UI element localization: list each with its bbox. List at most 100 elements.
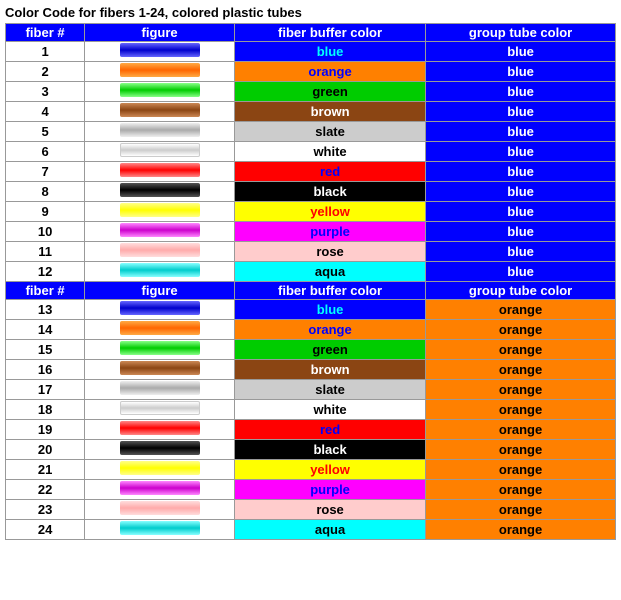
col-figure-header: figure — [85, 24, 235, 42]
col-figure-header2: figure — [85, 282, 235, 300]
fiber-buffer-color: black — [235, 440, 426, 460]
fiber-buffer-color: yellow — [235, 460, 426, 480]
fiber-number: 24 — [6, 520, 85, 540]
table-row: 5slateblue — [6, 122, 616, 142]
fiber-buffer-color: red — [235, 162, 426, 182]
fiber-buffer-color: slate — [235, 380, 426, 400]
table-row: 11roseblue — [6, 242, 616, 262]
fiber-figure — [85, 300, 235, 320]
group-tube-color: orange — [426, 320, 616, 340]
fiber-number: 7 — [6, 162, 85, 182]
group-tube-color: orange — [426, 400, 616, 420]
group-tube-color: orange — [426, 480, 616, 500]
table-row: 2 orangeblue — [6, 62, 616, 82]
fiber-figure — [85, 242, 235, 262]
fiber-figure — [85, 340, 235, 360]
fiber-figure — [85, 182, 235, 202]
group-tube-color: blue — [426, 202, 616, 222]
table-row: 22purpleorange — [6, 480, 616, 500]
fiber-number: 8 — [6, 182, 85, 202]
fiber-buffer-color: blue — [235, 42, 426, 62]
fiber-figure — [85, 122, 235, 142]
table-row: 6whiteblue — [6, 142, 616, 162]
fiber-buffer-color: yellow — [235, 202, 426, 222]
group-tube-color: orange — [426, 500, 616, 520]
fiber-figure-swatch — [120, 381, 200, 395]
fiber-figure-swatch — [120, 203, 200, 217]
fiber-figure-swatch — [120, 321, 200, 335]
table-row: 18 whiteorange — [6, 400, 616, 420]
fiber-figure-swatch — [120, 243, 200, 257]
fiber-figure — [85, 102, 235, 122]
fiber-figure — [85, 480, 235, 500]
fiber-figure-swatch — [120, 43, 200, 57]
table-row: 14orangeorange — [6, 320, 616, 340]
table-row: 21 yelloworange — [6, 460, 616, 480]
header-row-2: fiber #figurefiber buffer colorgroup tub… — [6, 282, 616, 300]
group-tube-color: blue — [426, 162, 616, 182]
fiber-figure-swatch — [120, 521, 200, 535]
fiber-figure-swatch — [120, 63, 200, 77]
group-tube-color: orange — [426, 360, 616, 380]
fiber-number: 12 — [6, 262, 85, 282]
group-tube-color: orange — [426, 460, 616, 480]
page-title: Color Code for fibers 1-24, colored plas… — [5, 5, 616, 20]
fiber-figure-swatch — [120, 401, 200, 415]
fiber-buffer-color: brown — [235, 102, 426, 122]
fiber-number: 6 — [6, 142, 85, 162]
fiber-number: 15 — [6, 340, 85, 360]
table-row: 10purpleblue — [6, 222, 616, 242]
fiber-number: 9 — [6, 202, 85, 222]
fiber-buffer-color: aqua — [235, 520, 426, 540]
fiber-figure-swatch — [120, 123, 200, 137]
table-row: 16brownorange — [6, 360, 616, 380]
fiber-buffer-color: orange — [235, 62, 426, 82]
table-row: 1 blueblue — [6, 42, 616, 62]
fiber-number: 22 — [6, 480, 85, 500]
table-row: 8blackblue — [6, 182, 616, 202]
group-tube-color: orange — [426, 380, 616, 400]
col-fiberbuffer-header: fiber buffer color — [235, 24, 426, 42]
fiber-number: 1 — [6, 42, 85, 62]
fiber-figure-swatch — [120, 441, 200, 455]
table-row: 13blueorange — [6, 300, 616, 320]
fiber-figure-swatch — [120, 341, 200, 355]
group-tube-color: blue — [426, 102, 616, 122]
header-row-1: fiber # figure fiber buffer color group … — [6, 24, 616, 42]
fiber-figure — [85, 320, 235, 340]
fiber-figure — [85, 500, 235, 520]
fiber-figure-swatch — [120, 461, 200, 475]
fiber-number: 10 — [6, 222, 85, 242]
fiber-number: 21 — [6, 460, 85, 480]
fiber-number: 19 — [6, 420, 85, 440]
fiber-buffer-color: rose — [235, 500, 426, 520]
col-fiber-header2: fiber # — [6, 282, 85, 300]
fiber-number: 3 — [6, 82, 85, 102]
group-tube-color: orange — [426, 520, 616, 540]
fiber-buffer-color: purple — [235, 222, 426, 242]
fiber-figure — [85, 420, 235, 440]
fiber-figure — [85, 440, 235, 460]
fiber-number: 14 — [6, 320, 85, 340]
table-row: 15greenorange — [6, 340, 616, 360]
fiber-number: 18 — [6, 400, 85, 420]
fiber-figure-swatch — [120, 421, 200, 435]
fiber-figure — [85, 262, 235, 282]
fiber-buffer-color: white — [235, 400, 426, 420]
fiber-number: 16 — [6, 360, 85, 380]
fiber-buffer-color: white — [235, 142, 426, 162]
fiber-number: 2 — [6, 62, 85, 82]
table-row: 12aquablue — [6, 262, 616, 282]
fiber-number: 4 — [6, 102, 85, 122]
group-tube-color: blue — [426, 42, 616, 62]
fiber-figure-swatch — [120, 301, 200, 315]
group-tube-color: orange — [426, 300, 616, 320]
table-row: 9 yellowblue — [6, 202, 616, 222]
fiber-buffer-color: green — [235, 82, 426, 102]
table-row: 24 aquaorange — [6, 520, 616, 540]
group-tube-color: blue — [426, 182, 616, 202]
group-tube-color: orange — [426, 420, 616, 440]
group-tube-color: blue — [426, 62, 616, 82]
fiber-number: 17 — [6, 380, 85, 400]
fiber-figure — [85, 380, 235, 400]
